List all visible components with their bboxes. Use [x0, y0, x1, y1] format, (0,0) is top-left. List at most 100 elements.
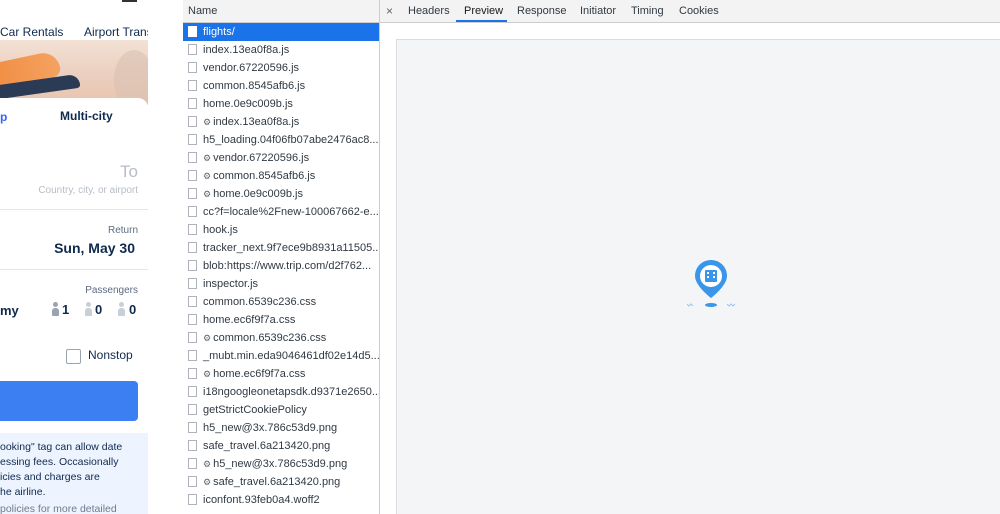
file-icon: [188, 26, 197, 37]
location-pin-loading-icon: [686, 260, 736, 307]
menu-icon[interactable]: [122, 0, 137, 5]
request-row[interactable]: _mubt.min.eda9046461df02e14d5...: [183, 347, 379, 365]
trip-type-tab-multi-city[interactable]: Multi-city: [60, 109, 113, 123]
request-row[interactable]: ⚙ safe_travel.6a213420.png: [183, 473, 379, 491]
request-name: common.6539c236.css: [203, 296, 316, 308]
tab-response[interactable]: Response: [517, 5, 567, 17]
request-name-text: vendor.67220596.js: [203, 62, 300, 74]
request-row[interactable]: hook.js: [183, 221, 379, 239]
notice-line: ooking" tag can allow date: [0, 441, 123, 453]
service-worker-icon: ⚙: [203, 333, 212, 343]
tab-timing[interactable]: Timing: [631, 5, 664, 17]
close-icon[interactable]: ×: [386, 4, 393, 18]
request-row[interactable]: cc?f=locale%2Fnew-100067662-e...: [183, 203, 379, 221]
file-icon: [188, 62, 197, 73]
request-name: home.0e9c009b.js: [203, 98, 293, 110]
request-row[interactable]: ⚙ home.ec6f9f7a.css: [183, 365, 379, 383]
passengers-label: Passengers: [85, 285, 138, 296]
request-row[interactable]: ⚙ home.0e9c009b.js: [183, 185, 379, 203]
search-button[interactable]: [0, 381, 138, 421]
nonstop-label[interactable]: Nonstop: [88, 348, 133, 362]
request-name-text: home.0e9c009b.js: [203, 98, 293, 110]
file-icon: [188, 260, 197, 271]
request-row[interactable]: ⚙ index.13ea0f8a.js: [183, 113, 379, 131]
adult-count[interactable]: 1: [62, 302, 69, 317]
divider: [0, 269, 148, 270]
request-row[interactable]: iconfont.93feb0a4.woff2: [183, 491, 379, 509]
file-icon: [188, 152, 197, 163]
file-icon: [188, 242, 197, 253]
infant-count[interactable]: 0: [129, 302, 136, 317]
file-icon: [188, 116, 197, 127]
return-date[interactable]: Sun, May 30: [54, 240, 135, 256]
nav-tab-airport-transfers[interactable]: Airport Trans: [84, 25, 148, 39]
file-icon: [188, 206, 197, 217]
name-column-header[interactable]: Name: [183, 0, 379, 23]
request-row[interactable]: ⚙ common.8545afb6.js: [183, 167, 379, 185]
file-icon: [188, 296, 197, 307]
file-icon: [188, 440, 197, 451]
request-name: cc?f=locale%2Fnew-100067662-e...: [203, 206, 379, 218]
request-row[interactable]: inspector.js: [183, 275, 379, 293]
request-name: _mubt.min.eda9046461df02e14d5...: [203, 350, 379, 362]
divider: [0, 209, 148, 210]
trip-type-tab-round-trip[interactable]: p: [0, 110, 7, 124]
request-name-text: index.13ea0f8a.js: [203, 44, 290, 56]
request-row[interactable]: i18ngoogleonetapsdk.d9371e2650...: [183, 383, 379, 401]
request-row[interactable]: blob:https://www.trip.com/d2f762...: [183, 257, 379, 275]
request-row[interactable]: home.ec6f9f7a.css: [183, 311, 379, 329]
request-name-text: flights/: [203, 26, 235, 38]
search-card: [0, 98, 148, 428]
file-icon: [188, 224, 197, 235]
request-row[interactable]: h5_loading.04f06fb07abe2476ac8...: [183, 131, 379, 149]
tab-initiator[interactable]: Initiator: [580, 5, 616, 17]
request-row[interactable]: common.8545afb6.js: [183, 77, 379, 95]
request-name: vendor.67220596.js: [203, 62, 299, 74]
tab-headers[interactable]: Headers: [408, 5, 450, 17]
request-row[interactable]: tracker_next.9f7ece9b8931a11505...: [183, 239, 379, 257]
cabin-class-value[interactable]: my: [0, 303, 19, 318]
nav-tab-car-rentals[interactable]: Car Rentals: [0, 25, 63, 39]
request-name: flights/: [203, 26, 235, 38]
nonstop-checkbox[interactable]: [66, 349, 81, 364]
request-row[interactable]: ⚙ h5_new@3x.786c53d9.png: [183, 455, 379, 473]
request-row[interactable]: ⚙ vendor.67220596.js: [183, 149, 379, 167]
request-row[interactable]: home.0e9c009b.js: [183, 95, 379, 113]
file-icon: [188, 476, 197, 487]
request-name-text: home.ec6f9f7a.css: [203, 314, 296, 326]
request-name: ⚙ vendor.67220596.js: [203, 152, 309, 164]
request-row[interactable]: index.13ea0f8a.js: [183, 41, 379, 59]
request-name-text: common.6539c236.css: [213, 332, 327, 344]
request-row[interactable]: h5_new@3x.786c53d9.png: [183, 419, 379, 437]
request-name: ⚙ home.0e9c009b.js: [203, 188, 303, 200]
mobile-page: Car Rentals Airport Trans p Multi-city T…: [0, 0, 148, 514]
request-name-text: safe_travel.6a213420.png: [203, 440, 331, 452]
request-row[interactable]: common.6539c236.css: [183, 293, 379, 311]
request-row[interactable]: flights/: [183, 23, 379, 41]
request-row[interactable]: vendor.67220596.js: [183, 59, 379, 77]
file-icon: [188, 170, 197, 181]
to-placeholder[interactable]: Country, city, or airport: [38, 185, 138, 196]
tab-preview[interactable]: Preview: [464, 5, 503, 17]
request-name-text: home.ec6f9f7a.css: [213, 368, 306, 380]
file-icon: [188, 98, 197, 109]
active-tab-indicator: [456, 20, 507, 22]
notice-link[interactable]: policies for more detailed: [0, 503, 117, 514]
service-worker-icon: ⚙: [203, 477, 212, 487]
request-name-text: iconfont.93feb0a4.woff2: [203, 494, 320, 506]
notice-line: icies and charges are: [0, 471, 100, 483]
request-row[interactable]: getStrictCookiePolicy: [183, 401, 379, 419]
to-label[interactable]: To: [120, 162, 138, 182]
request-name: ⚙ common.6539c236.css: [203, 332, 326, 344]
request-name: home.ec6f9f7a.css: [203, 314, 295, 326]
request-name: h5_loading.04f06fb07abe2476ac8...: [203, 134, 379, 146]
request-row[interactable]: safe_travel.6a213420.png: [183, 437, 379, 455]
request-name: getStrictCookiePolicy: [203, 404, 307, 416]
child-count[interactable]: 0: [95, 302, 102, 317]
request-name-text: _mubt.min.eda9046461df02e14d5...: [203, 350, 379, 362]
request-row[interactable]: ⚙ common.6539c236.css: [183, 329, 379, 347]
infant-icon: [117, 302, 125, 316]
tab-cookies[interactable]: Cookies: [679, 5, 719, 17]
request-name-text: getStrictCookiePolicy: [203, 404, 307, 416]
mobile-top-nav: Car Rentals Airport Trans: [0, 0, 148, 42]
